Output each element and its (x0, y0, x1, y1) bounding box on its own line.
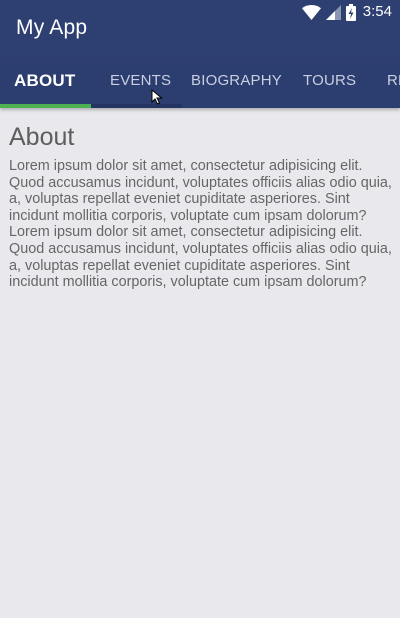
about-body-text: Lorem ipsum dolor sit amet, consectetur … (9, 158, 392, 291)
app-screen: 3:54 My App ABOUT EVENTS BIOGRAPHY TOURS… (0, 0, 400, 618)
tab-biography[interactable]: BIOGRAPHY (191, 58, 282, 104)
signal-icon (325, 4, 341, 20)
about-content: About Lorem ipsum dolor sit amet, consec… (9, 108, 393, 291)
tab-about[interactable]: ABOUT (14, 58, 75, 104)
tab-tours[interactable]: TOURS (303, 58, 356, 104)
mouse-cursor-icon (151, 88, 163, 105)
app-bar: 3:54 My App (0, 0, 400, 58)
tab-re-partial[interactable]: RE (387, 58, 400, 104)
wifi-icon (301, 4, 321, 20)
page-title: About (9, 123, 75, 151)
status-icons: 3:54 (301, 3, 392, 21)
status-time: 3:54 (362, 3, 392, 20)
app-title: My App (16, 16, 88, 39)
tab-bar: ABOUT EVENTS BIOGRAPHY TOURS RE (0, 58, 400, 108)
battery-charging-icon (345, 3, 356, 21)
